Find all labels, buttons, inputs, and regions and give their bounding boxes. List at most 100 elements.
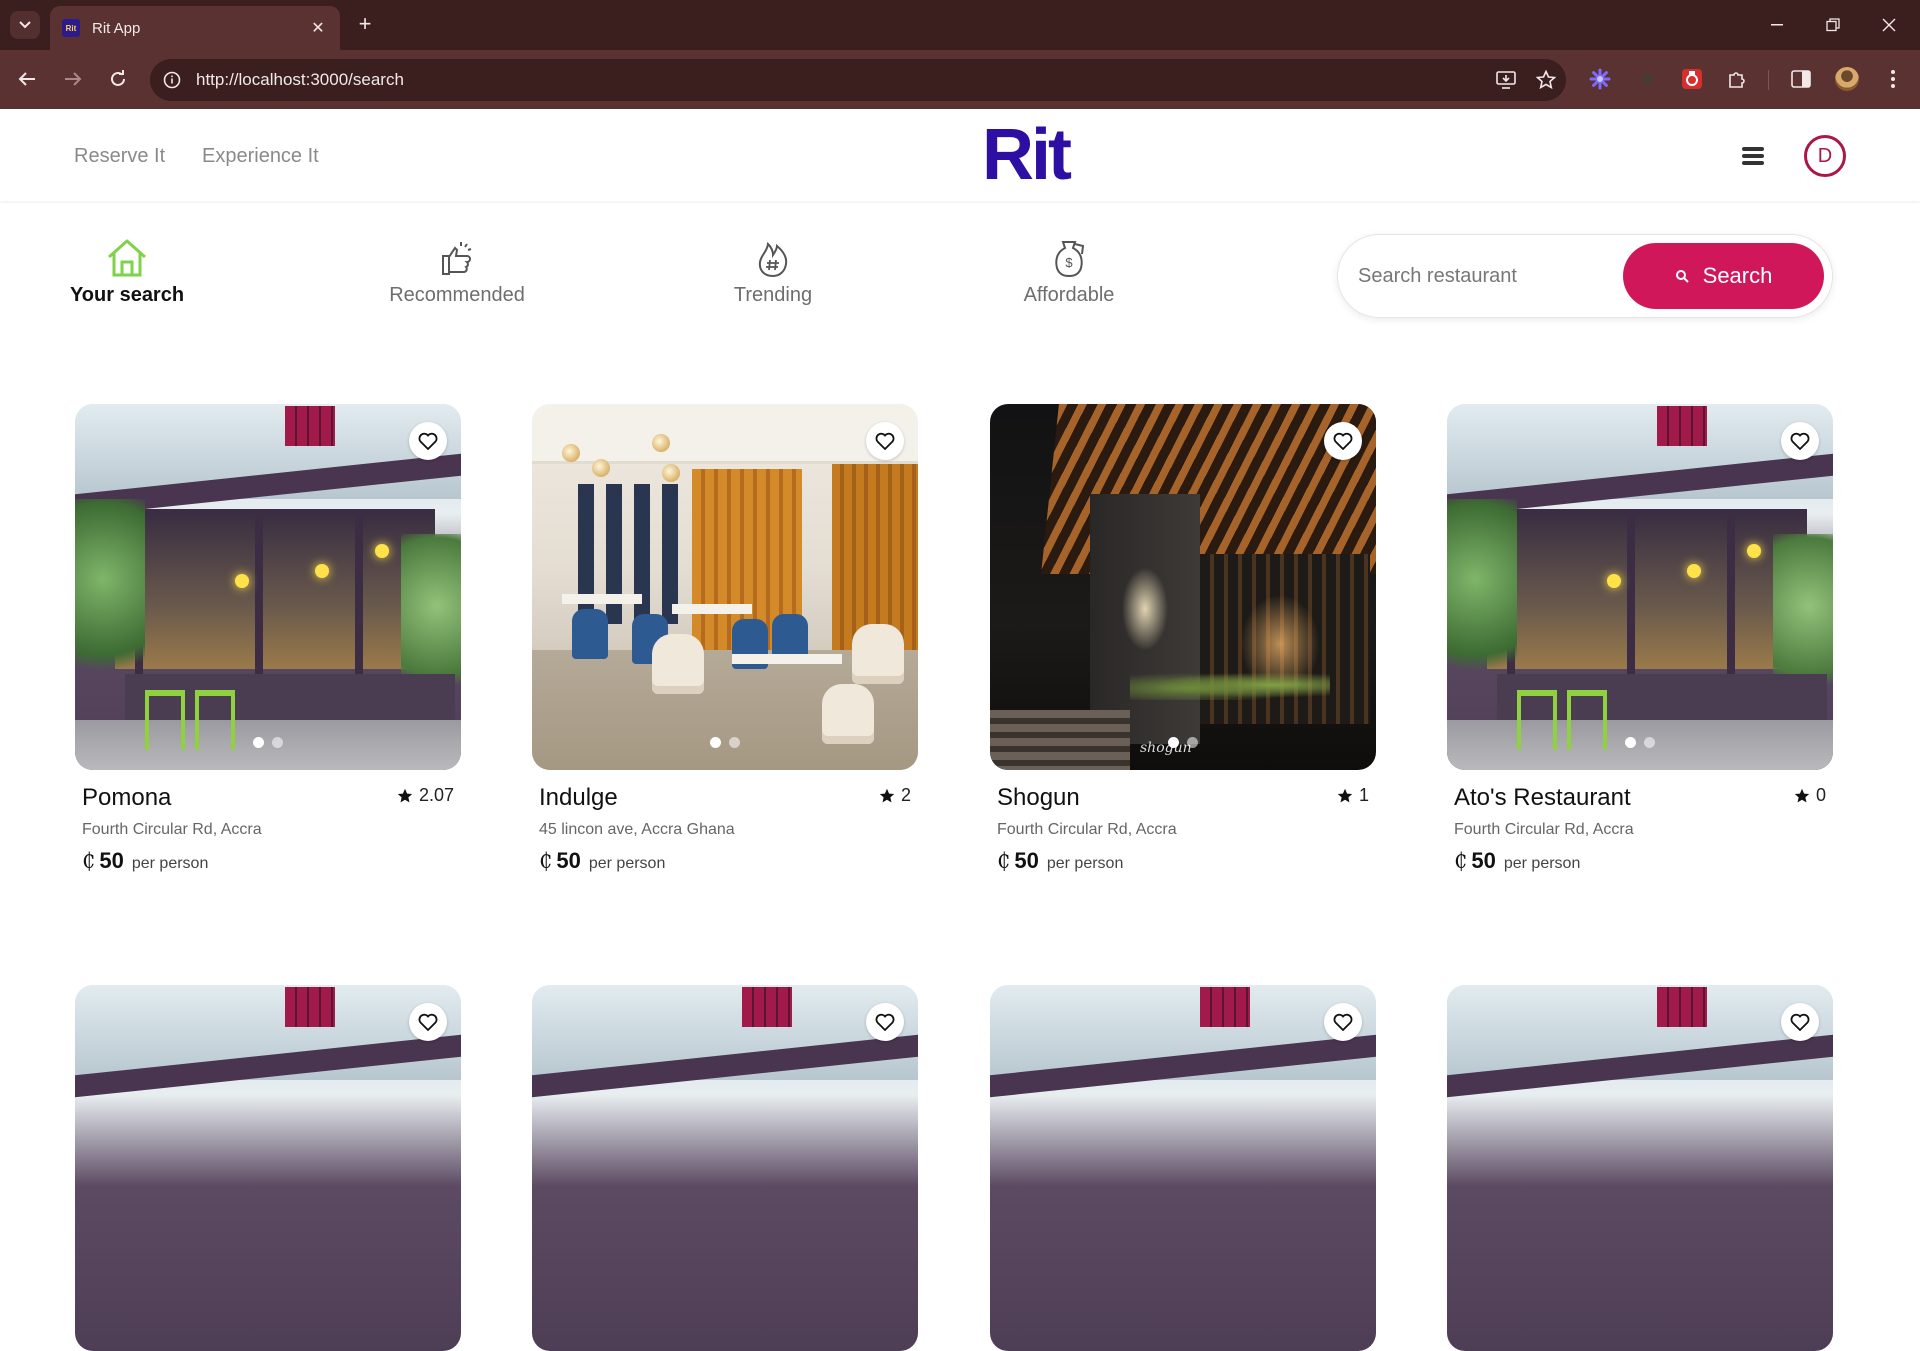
category-recommended[interactable]: Recommended — [387, 236, 527, 307]
extensions-menu-button[interactable] — [1722, 64, 1752, 94]
favorite-heart-icon[interactable] — [409, 422, 447, 460]
carousel-dot[interactable] — [1187, 737, 1198, 748]
restore-button[interactable] — [1810, 10, 1856, 40]
search-button-label: Search — [1702, 263, 1773, 288]
extension-3-button[interactable] — [1677, 64, 1707, 94]
extension-1-button[interactable] — [1585, 64, 1615, 94]
browser-menu-button[interactable] — [1878, 64, 1908, 94]
category-label: Recommended — [389, 284, 525, 306]
carousel-dots[interactable] — [1447, 737, 1833, 748]
price-amount: 50 — [1014, 848, 1039, 873]
restaurant-rating: 0 — [1794, 785, 1826, 806]
restaurant-price: ₵ 50 per person — [1454, 848, 1826, 874]
carousel-dot[interactable] — [1168, 737, 1179, 748]
favorite-heart-icon[interactable] — [409, 1003, 447, 1041]
favorite-heart-icon[interactable] — [1324, 1003, 1362, 1041]
hamburger-menu-icon[interactable] — [1742, 145, 1764, 167]
side-panel-icon — [1791, 70, 1811, 88]
nav-link-experience-it[interactable]: Experience It — [202, 145, 319, 168]
forward-button[interactable] — [58, 64, 88, 94]
restaurant-price: ₵ 50 per person — [82, 848, 454, 874]
restaurant-rating: 2.07 — [397, 785, 454, 806]
install-app-button[interactable] — [1486, 62, 1526, 98]
restaurant-photo[interactable] — [75, 404, 461, 770]
favorite-heart-icon[interactable] — [866, 1003, 904, 1041]
rating-value: 1 — [1358, 785, 1369, 805]
restaurant-card[interactable]: Pomona 2.07 Fourth Circular Rd, Accra ₵ … — [75, 404, 461, 874]
puzzle-icon — [1729, 72, 1745, 88]
favorite-heart-icon[interactable] — [1781, 1003, 1819, 1041]
search-button[interactable]: Search — [1623, 243, 1824, 309]
price-amount: 50 — [1471, 848, 1496, 873]
extension-2-button[interactable] — [1632, 64, 1662, 94]
category-trending[interactable]: Trending — [718, 236, 828, 307]
carousel-dot[interactable] — [710, 737, 721, 748]
side-panel-button[interactable] — [1786, 64, 1816, 94]
restore-icon — [1826, 18, 1840, 32]
red-extension-icon — [1682, 69, 1702, 89]
star-icon — [397, 788, 413, 802]
restaurant-photo[interactable] — [1447, 404, 1833, 770]
restaurant-card[interactable]: Indulge 2 45 lincon ave, Accra Ghana ₵ 5… — [532, 404, 918, 874]
carousel-dot[interactable] — [729, 737, 740, 748]
minimize-button[interactable] — [1754, 10, 1800, 40]
star-outline-icon — [1536, 70, 1556, 90]
category-label: Trending — [733, 284, 813, 306]
restaurant-photo[interactable] — [75, 985, 461, 1351]
user-avatar[interactable]: D — [1804, 135, 1846, 177]
close-tab-icon[interactable]: ✕ — [308, 18, 328, 38]
favorite-heart-icon[interactable] — [1781, 422, 1819, 460]
profile-avatar-icon — [1835, 67, 1859, 91]
restaurant-price: ₵ 50 per person — [539, 848, 911, 874]
price-amount: 50 — [556, 848, 581, 873]
restaurant-photo[interactable]: shogun — [990, 404, 1376, 770]
app-header: Reserve It Experience It Rit D — [0, 109, 1920, 201]
search-input[interactable] — [1358, 264, 1623, 288]
restaurant-card[interactable]: Ato's Restaurant 0 Fourth Circular Rd, A… — [1447, 404, 1833, 874]
carousel-dot[interactable] — [272, 737, 283, 748]
carousel-dots[interactable] — [75, 737, 461, 748]
restaurant-card[interactable] — [75, 985, 461, 1351]
arrow-left-icon — [18, 72, 35, 86]
carousel-dot[interactable] — [1644, 737, 1655, 748]
new-tab-button[interactable]: + — [352, 12, 378, 38]
restaurant-photo[interactable] — [990, 985, 1376, 1351]
restaurant-card[interactable]: shogun Shogun 1 Fourth Circular Rd, Accr… — [990, 404, 1376, 874]
restaurant-card[interactable] — [990, 985, 1376, 1351]
category-affordable[interactable]: $ Affordable — [1012, 236, 1126, 307]
rit-logo[interactable]: Rit — [982, 115, 1072, 195]
kebab-menu-icon — [1891, 70, 1895, 88]
restaurant-photo[interactable] — [1447, 985, 1833, 1351]
restaurant-photo[interactable] — [532, 985, 918, 1351]
info-icon — [163, 71, 181, 89]
carousel-dot[interactable] — [1625, 737, 1636, 748]
restaurant-photo[interactable] — [532, 404, 918, 770]
restaurant-card[interactable] — [1447, 985, 1833, 1351]
site-info-icon[interactable] — [154, 62, 190, 98]
bookmark-button[interactable] — [1526, 62, 1566, 98]
restaurant-address: Fourth Circular Rd, Accra — [997, 821, 1177, 838]
back-button[interactable] — [12, 64, 42, 94]
browser-tab[interactable]: Rit Rit App ✕ — [50, 6, 340, 50]
price-amount: 50 — [99, 848, 124, 873]
favorite-heart-icon[interactable] — [866, 422, 904, 460]
profile-button[interactable] — [1832, 64, 1862, 94]
nav-link-reserve-it[interactable]: Reserve It — [74, 145, 165, 168]
restaurant-card[interactable] — [532, 985, 918, 1351]
url-text[interactable]: http://localhost:3000/search — [196, 70, 1486, 90]
carousel-dots[interactable] — [532, 737, 918, 748]
reload-button[interactable] — [103, 64, 133, 94]
carousel-dots[interactable] — [990, 737, 1376, 748]
browser-toolbar: http://localhost:3000/search — [0, 50, 1920, 109]
close-window-button[interactable] — [1866, 10, 1912, 40]
restaurant-name: Indulge — [539, 784, 618, 811]
favorite-heart-icon[interactable] — [1324, 422, 1362, 460]
tab-search-button[interactable] — [10, 11, 40, 39]
category-your-search[interactable]: Your search — [70, 236, 184, 307]
rating-value: 2 — [900, 785, 911, 805]
carousel-dot[interactable] — [253, 737, 264, 748]
price-unit: per person — [1046, 855, 1124, 872]
rating-value: 2.07 — [418, 785, 454, 805]
address-bar[interactable]: http://localhost:3000/search — [150, 59, 1566, 101]
category-label: Your search — [69, 284, 185, 306]
